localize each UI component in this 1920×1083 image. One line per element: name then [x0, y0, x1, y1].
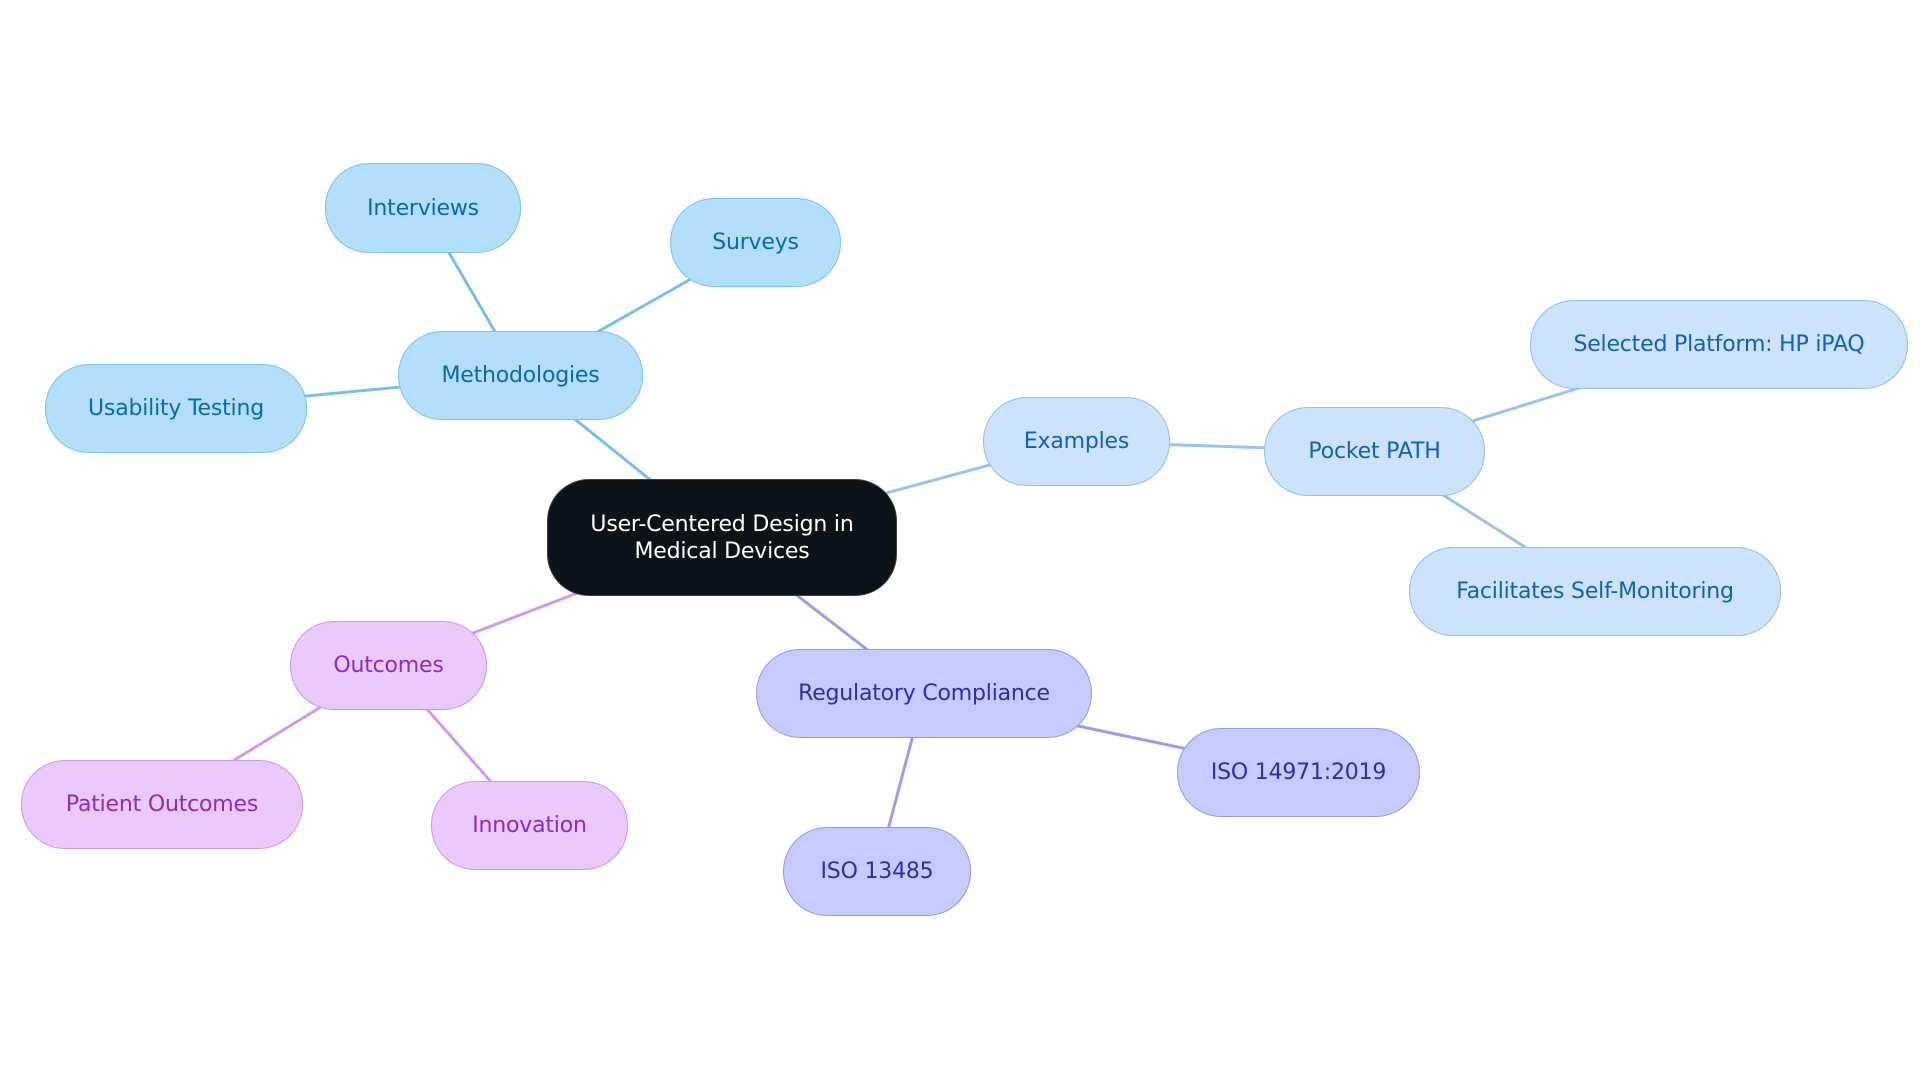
node-methodologies[interactable]: Methodologies [398, 331, 643, 420]
node-iso-14971[interactable]: ISO 14971:2019 [1177, 728, 1420, 817]
node-selected-platform[interactable]: Selected Platform: HP iPAQ [1530, 300, 1908, 389]
node-patient-outcomes[interactable]: Patient Outcomes [21, 760, 303, 849]
root-node[interactable]: User-Centered Design in Medical Devices [547, 479, 897, 596]
node-iso-13485[interactable]: ISO 13485 [783, 827, 971, 916]
node-interviews[interactable]: Interviews [325, 163, 521, 253]
connector-layer [161, 207, 1720, 872]
node-innovation[interactable]: Innovation [431, 781, 628, 870]
node-facilitates-self-monitoring[interactable]: Facilitates Self-Monitoring [1409, 547, 1781, 636]
node-pocket-path[interactable]: Pocket PATH [1264, 407, 1485, 496]
node-regulatory-compliance[interactable]: Regulatory Compliance [756, 649, 1092, 738]
node-examples[interactable]: Examples [983, 397, 1170, 486]
node-outcomes[interactable]: Outcomes [290, 621, 487, 710]
node-usability-testing[interactable]: Usability Testing [45, 364, 307, 453]
node-surveys[interactable]: Surveys [670, 198, 841, 287]
